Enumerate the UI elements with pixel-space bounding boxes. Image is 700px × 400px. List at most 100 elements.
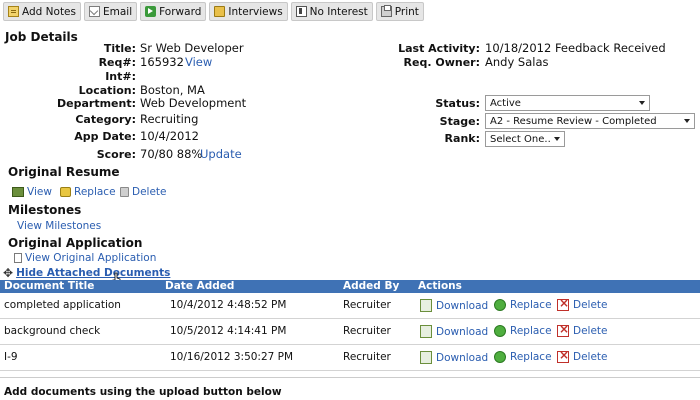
status-selected-value: Active (490, 97, 521, 109)
print-label: Print (394, 5, 419, 18)
rank-label: Rank: (444, 132, 480, 145)
category-value: Recruiting (140, 112, 199, 126)
delete-label: Delete (573, 351, 608, 363)
download-label: Download (436, 325, 489, 338)
int-label: Int#: (105, 70, 136, 83)
print-icon (380, 5, 392, 17)
chevron-down-icon (554, 137, 560, 141)
divider (0, 377, 700, 378)
delete-icon (557, 322, 569, 337)
category-label: Category: (75, 113, 136, 126)
app-date-label: App Date: (74, 130, 136, 143)
no-interest-label: No Interest (309, 5, 368, 18)
column-header-actions: Actions (418, 280, 462, 292)
added-by-cell: Recruiter (343, 325, 391, 337)
date-added-cell: 10/4/2012 4:48:52 PM (170, 299, 287, 311)
resume-delete-link[interactable]: Delete (120, 186, 167, 198)
attached-documents-table: Document Title Date Added Added By Actio… (0, 280, 700, 371)
view-original-application-link[interactable]: View Original Application (14, 252, 156, 264)
resume-replace-link[interactable]: Replace (60, 186, 116, 198)
delete-link[interactable]: Delete (557, 322, 608, 337)
original-application-heading: Original Application (8, 236, 143, 250)
table-row: completed application 10/4/2012 4:48:52 … (0, 293, 700, 319)
add-notes-button[interactable]: Add Notes (3, 2, 81, 21)
download-link[interactable]: Download (420, 299, 488, 312)
no-interest-button[interactable]: No Interest (290, 2, 373, 21)
column-header-document-title: Document Title (4, 280, 95, 292)
document-icon (14, 253, 22, 263)
rank-select[interactable]: Select One.. (485, 131, 565, 147)
milestones-heading: Milestones (8, 203, 82, 217)
last-activity-value: 10/18/2012 Feedback Received (485, 41, 666, 55)
print-button[interactable]: Print (375, 2, 424, 21)
forward-label: Forward (159, 5, 202, 18)
delete-icon (557, 296, 569, 311)
replace-link[interactable]: Replace (494, 325, 552, 337)
added-by-cell: Recruiter (343, 299, 391, 311)
delete-link[interactable]: Delete (557, 348, 608, 363)
trash-icon (120, 187, 129, 197)
app-date-value: 10/4/2012 (140, 129, 199, 143)
score-value: 70/80 88% (140, 147, 203, 161)
stage-label: Stage: (439, 115, 480, 128)
status-select[interactable]: Active (485, 95, 650, 111)
delete-link[interactable]: Delete (557, 296, 608, 311)
forward-button[interactable]: Forward (140, 2, 207, 21)
req-owner-label: Req. Owner: (403, 56, 480, 69)
interviews-icon (214, 6, 226, 17)
column-header-added-by: Added By (343, 280, 400, 292)
req-owner-value: Andy Salas (485, 55, 549, 69)
stage-select[interactable]: A2 - Resume Review - Completed (485, 113, 695, 129)
date-added-cell: 10/16/2012 3:50:27 PM (170, 351, 294, 363)
download-link[interactable]: Download (420, 351, 488, 364)
replace-icon (60, 187, 71, 197)
replace-icon (494, 299, 506, 311)
download-icon (420, 325, 432, 338)
download-link[interactable]: Download (420, 325, 488, 338)
location-value: Boston, MA (140, 83, 205, 97)
interviews-button[interactable]: Interviews (209, 2, 288, 21)
download-icon (420, 299, 432, 312)
req-view-link[interactable]: View (185, 55, 212, 69)
download-icon (12, 187, 24, 197)
table-header: Document Title Date Added Added By Actio… (0, 280, 700, 293)
title-value: Sr Web Developer (140, 41, 244, 55)
added-by-cell: Recruiter (343, 351, 391, 363)
title-label: Title: (103, 42, 136, 55)
download-label: Download (436, 351, 489, 364)
chevron-down-icon (639, 101, 645, 105)
replace-link[interactable]: Replace (494, 351, 552, 363)
replace-icon (494, 351, 506, 363)
location-label: Location: (78, 84, 136, 97)
department-label: Department: (57, 97, 136, 110)
email-button[interactable]: Email (84, 2, 138, 21)
stage-selected-value: A2 - Resume Review - Completed (490, 115, 657, 127)
resume-view-link[interactable]: View (12, 186, 52, 198)
column-header-date-added: Date Added (165, 280, 235, 292)
view-milestones-link[interactable]: View Milestones (17, 220, 101, 232)
email-icon (89, 6, 100, 17)
resume-replace-label: Replace (74, 186, 116, 198)
date-added-cell: 10/5/2012 4:14:41 PM (170, 325, 287, 337)
download-icon (420, 351, 432, 364)
add-notes-label: Add Notes (22, 5, 76, 18)
replace-link[interactable]: Replace (494, 299, 552, 311)
score-update-link[interactable]: Update (200, 147, 242, 161)
resume-view-label: View (27, 186, 52, 198)
replace-label: Replace (510, 351, 552, 363)
hide-attached-documents-label: Hide Attached Documents (16, 267, 171, 279)
upload-instructions: Add documents using the upload button be… (4, 386, 282, 398)
no-interest-icon (295, 6, 307, 17)
replace-icon (494, 325, 506, 337)
replace-label: Replace (510, 299, 552, 311)
table-row: I-9 10/16/2012 3:50:27 PM Recruiter Down… (0, 345, 700, 371)
document-title-cell: completed application (4, 299, 121, 311)
document-title-cell: I-9 (4, 351, 18, 363)
rank-selected-value: Select One.. (490, 133, 551, 145)
department-value: Web Development (140, 96, 247, 110)
document-title-cell: background check (4, 325, 101, 337)
status-label: Status: (435, 97, 480, 110)
last-activity-label: Last Activity: (398, 42, 480, 55)
delete-label: Delete (573, 299, 608, 311)
hide-attached-documents-toggle[interactable]: ✥ Hide Attached Documents (3, 266, 170, 280)
